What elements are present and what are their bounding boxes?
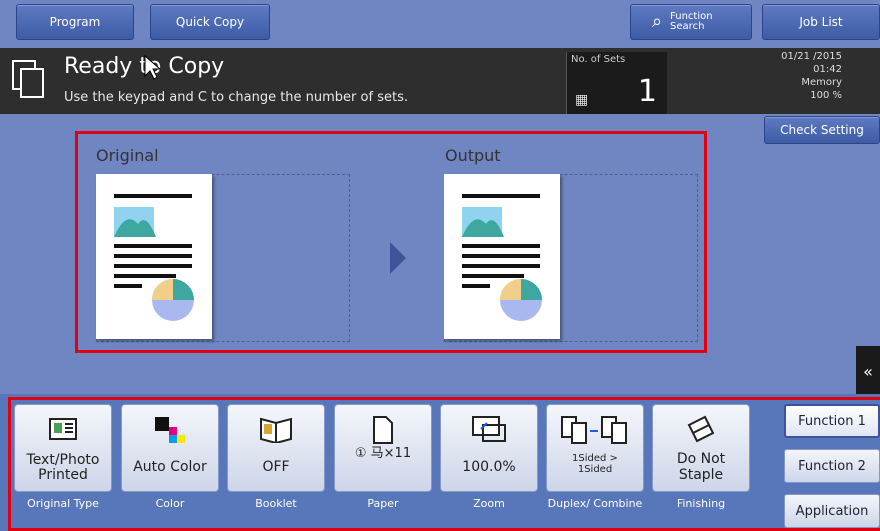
color-button[interactable]: Auto Color bbox=[121, 404, 219, 492]
function-search-button[interactable]: ⌕ Function Search bbox=[630, 4, 752, 40]
document-thumbnail-icon bbox=[462, 194, 542, 321]
cursor-icon bbox=[144, 54, 162, 80]
number-of-sets: No. of Sets ▦ 1 bbox=[566, 52, 667, 114]
finishing-caption: Finishing bbox=[676, 497, 726, 510]
color-caption: Color bbox=[155, 497, 185, 510]
program-button[interactable]: Program bbox=[16, 4, 134, 40]
application-tab[interactable]: Application bbox=[784, 494, 880, 528]
duplex-icon bbox=[561, 416, 627, 444]
finishing-icon bbox=[687, 415, 715, 443]
paper-caption: Paper bbox=[367, 497, 399, 510]
zoom-icon bbox=[472, 416, 506, 442]
arrow-right-icon bbox=[390, 242, 406, 274]
zoom-button[interactable]: 100.0% bbox=[440, 404, 538, 492]
function-1-tab[interactable]: Function 1 bbox=[784, 404, 880, 438]
job-list-button[interactable]: Job List bbox=[762, 4, 880, 40]
copy-icon bbox=[12, 60, 44, 98]
panel-toggle-handle[interactable]: « bbox=[856, 346, 880, 396]
paper-icon bbox=[373, 416, 393, 444]
original-page bbox=[96, 174, 212, 339]
status-subtitle: Use the keypad and C to change the numbe… bbox=[64, 90, 408, 105]
duplex-combine-button[interactable]: 1Sided > 1Sided bbox=[546, 404, 644, 492]
finishing-button[interactable]: Do Not Staple bbox=[652, 404, 750, 492]
check-setting-button[interactable]: Check Setting bbox=[764, 116, 880, 144]
color-icon bbox=[155, 417, 185, 443]
keypad-icon: ▦ bbox=[575, 92, 589, 108]
original-type-icon bbox=[49, 418, 77, 440]
original-label: Original bbox=[96, 146, 159, 165]
status-bar: Ready to Copy Use the keypad and C to ch… bbox=[0, 48, 880, 114]
paper-button[interactable]: ① 马×11 bbox=[334, 404, 432, 492]
preview-area: Original Output bbox=[75, 131, 707, 353]
duplex-combine-caption: Duplex/ Combine bbox=[547, 497, 643, 510]
quick-copy-button[interactable]: Quick Copy bbox=[150, 4, 270, 40]
output-label: Output bbox=[445, 146, 501, 165]
search-icon: ⌕ bbox=[651, 11, 663, 32]
function-2-tab[interactable]: Function 2 bbox=[784, 449, 880, 483]
booklet-caption: Booklet bbox=[255, 497, 297, 510]
booklet-icon bbox=[260, 417, 292, 443]
original-type-caption: Original Type bbox=[27, 497, 99, 510]
booklet-button[interactable]: OFF bbox=[227, 404, 325, 492]
zoom-caption: Zoom bbox=[473, 497, 505, 510]
double-chevron-left-icon: « bbox=[863, 361, 873, 381]
status-info: 01/21 /2015 01:42 Memory 100 % bbox=[781, 51, 842, 101]
document-thumbnail-icon bbox=[114, 194, 194, 321]
original-type-button[interactable]: Text/Photo Printed bbox=[14, 404, 112, 492]
output-page bbox=[444, 174, 560, 339]
